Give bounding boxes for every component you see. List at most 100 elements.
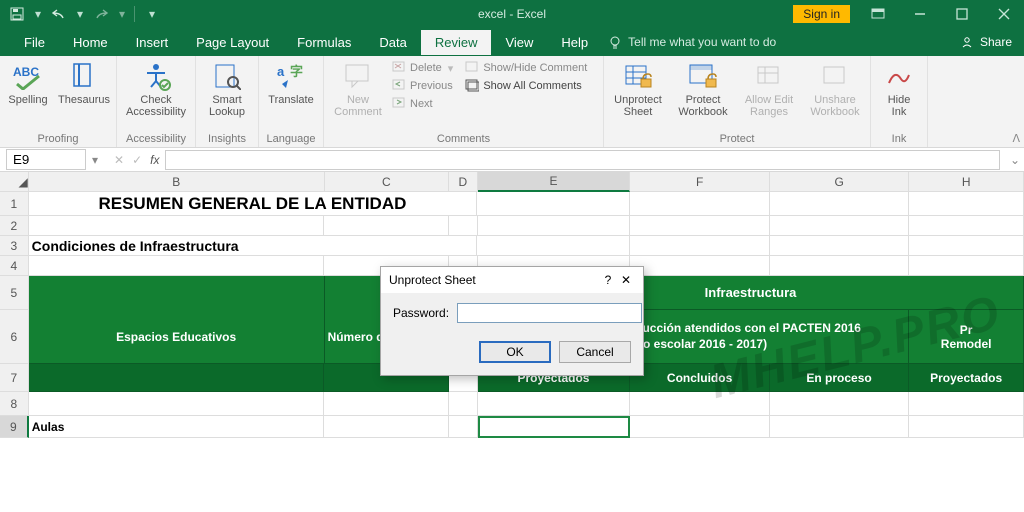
tab-insert[interactable]: Insert (122, 30, 183, 55)
row-header-2[interactable]: 2 (0, 216, 29, 236)
cell-aulas[interactable]: Aulas (29, 416, 325, 438)
next-comment-button[interactable]: Next (390, 96, 455, 112)
translate-button[interactable]: a字 Translate (265, 60, 317, 106)
tab-help[interactable]: Help (547, 30, 602, 55)
row-header-5[interactable]: 5 (0, 276, 29, 310)
window-title: excel - Excel (478, 7, 546, 21)
row-header-8[interactable]: 8 (0, 392, 29, 416)
redo-dropdown-icon[interactable]: ▾ (118, 5, 126, 23)
tab-file[interactable]: File (10, 30, 59, 55)
unprotect-sheet-button[interactable]: Unprotect Sheet (610, 60, 666, 118)
cell-enproceso-header[interactable]: En proceso (770, 364, 909, 392)
thesaurus-label: Thesaurus (58, 94, 110, 106)
protect-workbook-button[interactable]: Protect Workbook (674, 60, 732, 118)
new-comment-label: New Comment (334, 94, 382, 118)
cancel-formula-icon[interactable]: ✕ (114, 153, 124, 167)
select-all-corner[interactable]: ◢ (0, 172, 29, 192)
tell-me-search[interactable]: Tell me what you want to do (608, 35, 776, 49)
formula-expand-icon[interactable]: ⌄ (1006, 153, 1024, 167)
formula-input[interactable] (165, 150, 1000, 170)
check-accessibility-label: Check Accessibility (126, 94, 186, 118)
cancel-button[interactable]: Cancel (559, 341, 631, 363)
delete-icon (392, 61, 406, 75)
group-proofing-label: Proofing (6, 132, 110, 145)
ok-button[interactable]: OK (479, 341, 551, 363)
qat-customize-icon[interactable]: ▾ (143, 5, 161, 23)
cell-concluidos-header[interactable]: Concluidos (630, 364, 769, 392)
tab-formulas[interactable]: Formulas (283, 30, 365, 55)
delete-comment-button[interactable]: Delete▾ (390, 60, 455, 76)
group-comments-label: Comments (330, 132, 597, 145)
dialog-close-icon[interactable]: ✕ (617, 273, 635, 287)
row-header-3[interactable]: 3 (0, 236, 29, 256)
quick-access-toolbar: ▾ ▾ ▾ ▾ (0, 5, 161, 23)
tab-view[interactable]: View (491, 30, 547, 55)
row-header-1[interactable]: 1 (0, 192, 29, 216)
check-accessibility-button[interactable]: Check Accessibility (123, 60, 189, 118)
save-icon[interactable] (8, 5, 26, 23)
title-bar: ▾ ▾ ▾ ▾ excel - Excel Sign in (0, 0, 1024, 28)
password-input[interactable] (457, 303, 642, 323)
next-icon (392, 97, 406, 111)
col-header-e[interactable]: E (478, 172, 631, 192)
tab-page-layout[interactable]: Page Layout (182, 30, 283, 55)
tab-home[interactable]: Home (59, 30, 122, 55)
show-hide-icon (465, 61, 479, 75)
cell-title[interactable]: RESUMEN GENERAL DE LA ENTIDAD (29, 192, 478, 216)
unshare-label: Unshare Workbook (810, 94, 859, 118)
tab-data[interactable]: Data (365, 30, 420, 55)
col-header-c[interactable]: C (325, 172, 449, 192)
group-ink-label: Ink (877, 132, 921, 145)
row-header-7[interactable]: 7 (0, 364, 29, 392)
share-button[interactable]: Share (960, 35, 1012, 49)
thesaurus-button[interactable]: Thesaurus (58, 60, 110, 106)
tab-review[interactable]: Review (421, 30, 492, 55)
hide-ink-button[interactable]: Hide Ink (877, 60, 921, 118)
translate-icon: a字 (275, 60, 307, 92)
smart-lookup-button[interactable]: Smart Lookup (202, 60, 252, 118)
group-insights: Smart Lookup Insights (196, 56, 259, 147)
dialog-help-icon[interactable]: ? (599, 273, 617, 287)
fx-icon[interactable]: fx (150, 153, 159, 167)
close-icon[interactable] (984, 0, 1024, 28)
row-header-6[interactable]: 6 (0, 310, 29, 364)
group-proofing: ABC Spelling Thesaurus Proofing (0, 56, 117, 147)
cell-subtitle[interactable]: Condiciones de Infraestructura (29, 236, 449, 256)
namebox-dropdown-icon[interactable]: ▾ (88, 153, 102, 167)
show-hide-comment-button[interactable]: Show/Hide Comment (463, 60, 589, 76)
name-box[interactable] (6, 149, 86, 170)
cell-pr-header[interactable]: PrRemodel (909, 310, 1024, 364)
svg-text:ABC: ABC (13, 65, 39, 79)
spelling-button[interactable]: ABC Spelling (6, 60, 50, 106)
col-header-f[interactable]: F (630, 172, 769, 192)
sign-in-button[interactable]: Sign in (793, 5, 850, 23)
show-all-icon (465, 79, 479, 93)
col-header-d[interactable]: D (449, 172, 478, 192)
undo-icon[interactable] (50, 5, 68, 23)
cell-espacios-header[interactable]: Espacios Educativos (29, 310, 325, 364)
collapse-ribbon-icon[interactable]: ᐱ (1012, 132, 1020, 145)
thesaurus-icon (68, 60, 100, 92)
menu-bar: File Home Insert Page Layout Formulas Da… (0, 28, 1024, 56)
protect-workbook-label: Protect Workbook (678, 94, 727, 118)
col-header-g[interactable]: G (770, 172, 909, 192)
unshare-workbook-button[interactable]: Unshare Workbook (806, 60, 864, 118)
undo-dropdown-icon[interactable]: ▾ (76, 5, 84, 23)
ribbon-options-icon[interactable] (858, 0, 898, 28)
previous-comment-button[interactable]: Previous (390, 78, 455, 94)
enter-formula-icon[interactable]: ✓ (132, 153, 142, 167)
selected-cell-e9[interactable] (478, 416, 631, 438)
col-header-h[interactable]: H (909, 172, 1024, 192)
maximize-icon[interactable] (942, 0, 982, 28)
row-header-4[interactable]: 4 (0, 256, 29, 276)
show-all-comments-button[interactable]: Show All Comments (463, 78, 589, 94)
col-header-b[interactable]: B (29, 172, 325, 192)
minimize-icon[interactable] (900, 0, 940, 28)
allow-edit-ranges-button[interactable]: Allow Edit Ranges (740, 60, 798, 118)
redo-icon[interactable] (92, 5, 110, 23)
cell-proyectados2-header[interactable]: Proyectados (909, 364, 1024, 392)
qat-dropdown-icon[interactable]: ▾ (34, 5, 42, 23)
new-comment-button[interactable]: New Comment (330, 60, 386, 118)
row-header-9[interactable]: 9 (0, 416, 29, 438)
tell-me-label: Tell me what you want to do (628, 35, 776, 49)
